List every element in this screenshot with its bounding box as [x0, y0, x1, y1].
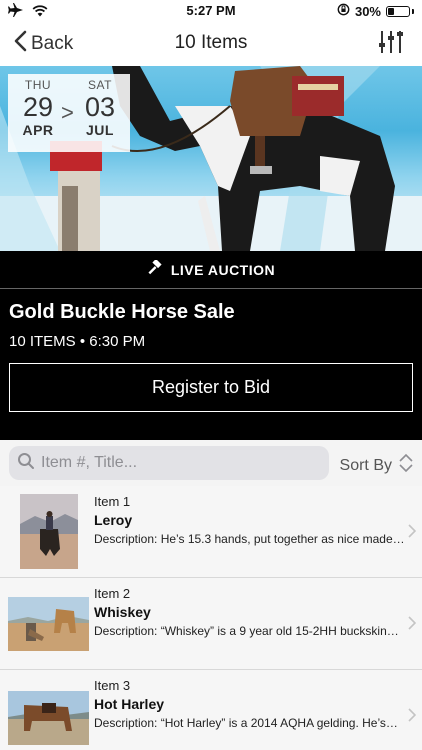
list-item[interactable]: Item 1 Leroy Description: He’s 15.3 hand…: [0, 486, 422, 578]
chevron-right-icon: [408, 524, 417, 543]
battery-tip: [412, 8, 414, 14]
item-name: Hot Harley: [94, 696, 165, 712]
status-right: 30%: [337, 3, 414, 19]
register-to-bid-button[interactable]: Register to Bid: [9, 363, 413, 412]
item-description: Description: “Whiskey” is a 9 year old 1…: [94, 624, 399, 638]
battery-percent: 30%: [354, 3, 381, 19]
hero-image: THU 29 APR > SAT 03 JUL: [0, 66, 422, 251]
start-day: 29: [22, 92, 54, 122]
date-range-card: THU 29 APR > SAT 03 JUL: [8, 74, 130, 152]
start-month: APR: [22, 122, 54, 138]
item-thumbnail: [8, 597, 89, 651]
item-name: Leroy: [94, 512, 133, 528]
sale-meta: 10 ITEMS • 6:30 PM: [9, 333, 146, 350]
sale-title: Gold Buckle Horse Sale: [9, 301, 235, 323]
chevron-right-icon: [408, 708, 417, 727]
end-day: 03: [84, 92, 116, 122]
live-auction-badge: LIVE AUCTION: [0, 251, 422, 289]
item-description: Description: He’s 15.3 hands, put togeth…: [94, 532, 405, 546]
start-day-of-week: THU: [24, 78, 52, 92]
list-item[interactable]: Item 2 Whiskey Description: “Whiskey” is…: [0, 578, 422, 670]
search-field[interactable]: [9, 446, 329, 480]
page-title: 10 Items: [174, 32, 248, 53]
item-number: Item 2: [94, 586, 131, 601]
item-text: Item 3 Hot Harley Description: “Hot Harl…: [94, 678, 410, 730]
list-item[interactable]: Item 3 Hot Harley Description: “Hot Harl…: [0, 670, 422, 750]
item-name: Whiskey: [94, 604, 151, 620]
end-day-of-week: SAT: [88, 78, 112, 92]
gavel-icon: [147, 258, 163, 279]
start-date: THU 29 APR: [16, 78, 60, 138]
search-input[interactable]: [41, 454, 321, 472]
orientation-lock-icon: [337, 3, 350, 19]
search-icon: [17, 452, 35, 475]
item-thumbnail: [8, 691, 89, 745]
item-text: Item 1 Leroy Description: He’s 15.3 hand…: [94, 494, 410, 546]
battery-icon: [386, 5, 410, 17]
end-date: SAT 03 JUL: [78, 78, 122, 138]
item-text: Item 2 Whiskey Description: “Whiskey” is…: [94, 586, 410, 638]
search-bar: Sort By: [0, 440, 422, 486]
sort-by-label: Sort By: [339, 456, 392, 474]
item-list: Item 1 Leroy Description: He’s 15.3 hand…: [0, 486, 422, 750]
status-bar: 5:27 PM 30%: [0, 0, 422, 22]
item-number: Item 1: [94, 494, 131, 509]
sort-by-button[interactable]: Sort By: [340, 452, 414, 479]
auction-header: LIVE AUCTION Gold Buckle Horse Sale 10 I…: [0, 251, 422, 440]
filter-button[interactable]: [378, 28, 404, 61]
item-description: Description: “Hot Harley” is a 2014 AQHA…: [94, 716, 398, 730]
item-number: Item 3: [94, 678, 131, 693]
live-auction-label: LIVE AUCTION: [170, 261, 276, 278]
battery-fill: [388, 7, 394, 15]
end-month: JUL: [86, 122, 114, 138]
item-thumbnail: [20, 494, 78, 569]
date-arrow: >: [61, 100, 74, 125]
nav-bar: Back 10 Items: [0, 22, 422, 66]
sort-arrows-icon: [398, 452, 414, 479]
sliders-icon: [378, 31, 404, 60]
chevron-right-icon: [408, 616, 417, 635]
